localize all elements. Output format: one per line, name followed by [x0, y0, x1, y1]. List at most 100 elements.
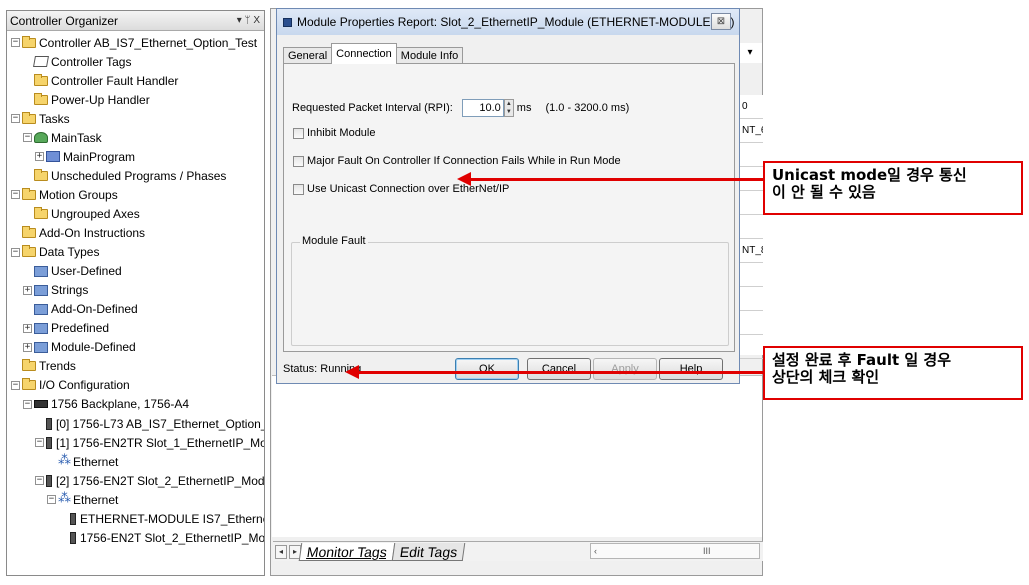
tab-monitor-tags[interactable]: Monitor Tags	[298, 542, 396, 561]
status-arrow-icon	[345, 365, 763, 379]
tree-item-label: I/O Configuration	[39, 378, 130, 393]
tree-item[interactable]: Power-Up Handler	[23, 90, 150, 109]
tree-item[interactable]: − Ethernet	[47, 490, 118, 509]
data-type-icon	[34, 341, 48, 353]
tree-item-label: Controller Tags	[51, 54, 132, 69]
tree-item-label: Motion Groups	[39, 187, 118, 202]
data-type-icon	[34, 303, 48, 315]
tree-item[interactable]: − I/O Configuration	[11, 376, 130, 395]
scroll-left-arrow-icon[interactable]: ‹	[594, 544, 597, 558]
rpi-range: (1.0 - 3200.0 ms)	[545, 102, 630, 114]
tab-nav-prev-button[interactable]: ◂	[275, 544, 287, 559]
tree-item[interactable]: − [1] 1756-EN2TR Slot_1_EthernetIP_Module	[35, 433, 264, 452]
tree-item[interactable]: User-Defined	[23, 262, 122, 281]
tab-edit-tags[interactable]: Edit Tags	[391, 542, 466, 561]
collapse-icon[interactable]: −	[23, 133, 32, 143]
collapse-icon[interactable]: −	[35, 438, 44, 448]
scope-dropdown-arrow[interactable]: ▾	[738, 43, 762, 63]
horizontal-scrollbar[interactable]: ‹ III	[590, 543, 760, 559]
collapse-icon[interactable]: −	[11, 247, 20, 257]
tab-connection[interactable]: Connection	[331, 43, 397, 64]
tree-item[interactable]: − Tasks	[11, 109, 70, 128]
module-properties-dialog: Module Properties Report: Slot_2_Etherne…	[276, 8, 740, 384]
collapse-icon[interactable]: −	[11, 380, 20, 390]
folder-icon	[22, 226, 36, 238]
tree-item[interactable]: + Module-Defined	[23, 338, 136, 357]
grid-cell: 0	[740, 95, 763, 119]
tree-item[interactable]: Unscheduled Programs / Phases	[23, 166, 226, 185]
tree-item[interactable]: − Data Types	[11, 243, 99, 262]
major-fault-checkbox[interactable]	[293, 155, 304, 167]
module-fault-label: Module Fault	[300, 235, 368, 247]
organizer-title: Controller Organizer	[10, 13, 119, 28]
tree-item[interactable]: + Predefined	[23, 319, 109, 338]
collapse-icon[interactable]: −	[11, 190, 20, 200]
unicast-checkbox[interactable]	[293, 183, 304, 195]
tree-item-label: Add-On-Defined	[51, 302, 138, 317]
collapse-icon[interactable]: −	[11, 114, 20, 124]
tree-item[interactable]: − Motion Groups	[11, 185, 118, 204]
tree-item[interactable]: + Strings	[23, 281, 88, 300]
expand-icon[interactable]: +	[23, 323, 32, 333]
tree-item[interactable]: 1756-EN2T Slot_2_EthernetIP_Module	[59, 528, 264, 547]
tree-item-label: Predefined	[51, 321, 110, 336]
rpi-input[interactable]: 10.0	[461, 99, 504, 117]
help-button[interactable]: Help	[659, 358, 723, 380]
tree-item[interactable]: − 1756 Backplane, 1756-A4	[23, 395, 189, 414]
unicast-row[interactable]: Use Unicast Connection over EtherNet/IP	[293, 183, 509, 195]
tab-general[interactable]: General	[283, 47, 333, 64]
dialog-title-bar[interactable]: Module Properties Report: Slot_2_Etherne…	[277, 9, 739, 35]
folder-icon	[34, 168, 48, 181]
tree-item-label: Controller Fault Handler	[51, 73, 179, 88]
tree-item-label: MainProgram	[63, 149, 136, 164]
module-icon	[70, 512, 76, 525]
tree-item[interactable]: Add-On Instructions	[11, 224, 145, 243]
collapse-icon[interactable]: −	[23, 399, 32, 409]
collapse-icon[interactable]: −	[11, 38, 20, 47]
dialog-title: Module Properties Report: Slot_2_Etherne…	[297, 15, 735, 29]
expand-icon[interactable]: +	[23, 285, 32, 295]
tree-item[interactable]: Ethernet	[47, 452, 118, 471]
folder-icon	[34, 92, 48, 105]
tree-item-label: [1] 1756-EN2TR Slot_1_EthernetIP_Module	[56, 435, 264, 450]
tree-item[interactable]: Controller Tags	[23, 52, 131, 71]
tree-item[interactable]: − Controller AB_IS7_Ethernet_Option_Test	[11, 33, 257, 52]
tree-item[interactable]: Controller Fault Handler	[23, 71, 178, 90]
inhibit-module-row[interactable]: Inhibit Module	[293, 127, 376, 139]
tree-item[interactable]: Add-On-Defined	[23, 300, 138, 319]
grid-cell: NT_8	[740, 239, 763, 263]
tree-item[interactable]: ETHERNET-MODULE IS7_EthernetIP_Comr	[59, 509, 264, 528]
module-icon	[70, 531, 76, 544]
tab-module-info[interactable]: Module Info	[395, 47, 464, 64]
network-icon	[58, 490, 71, 506]
tag-grid-partial: 0NT_6 NT_8	[739, 95, 763, 359]
scroll-thumb-grip-icon[interactable]: III	[703, 544, 711, 558]
tree-item[interactable]: [0] 1756-L73 AB_IS7_Ethernet_Option_Test	[35, 414, 264, 433]
dialog-close-button[interactable]: ⊠	[711, 13, 731, 30]
tree-item-label: Strings	[51, 283, 89, 298]
tree-item[interactable]: + MainProgram	[35, 147, 135, 166]
apply-button[interactable]: Apply	[593, 358, 657, 380]
tree-item-label: Module-Defined	[51, 340, 136, 355]
grid-cell	[740, 215, 763, 239]
organizer-header: Controller Organizer ▾ ᛘ X	[7, 11, 264, 31]
rpi-spinner-icon[interactable]: ▲ ▼	[503, 99, 514, 117]
expand-icon[interactable]: +	[35, 152, 44, 162]
grid-cell	[740, 287, 763, 311]
inhibit-module-checkbox[interactable]	[293, 127, 304, 139]
tree-item[interactable]: Trends	[11, 357, 76, 376]
major-fault-row[interactable]: Major Fault On Controller If Connection …	[293, 155, 621, 167]
organizer-window-controls[interactable]: ▾ ᛘ X	[237, 15, 260, 26]
tree-item-label: Ethernet	[73, 454, 119, 469]
expand-icon[interactable]: +	[23, 342, 32, 352]
collapse-icon[interactable]: −	[35, 476, 44, 486]
rpi-row: Requested Packet Interval (RPI): 10.0 ▲ ▼…	[292, 99, 629, 117]
collapse-icon[interactable]: −	[47, 495, 56, 505]
tree-item[interactable]: − [2] 1756-EN2T Slot_2_EthernetIP_Module	[35, 471, 264, 490]
unicast-annotation: Unicast mode일 경우 통신 이 안 될 수 있음	[763, 161, 1023, 215]
ok-button[interactable]: OK	[455, 358, 519, 380]
rpi-label: Requested Packet Interval (RPI):	[292, 102, 453, 114]
cancel-button[interactable]: Cancel	[527, 358, 591, 380]
tree-item[interactable]: Ungrouped Axes	[23, 204, 140, 223]
tree-item[interactable]: − MainTask	[23, 128, 102, 147]
